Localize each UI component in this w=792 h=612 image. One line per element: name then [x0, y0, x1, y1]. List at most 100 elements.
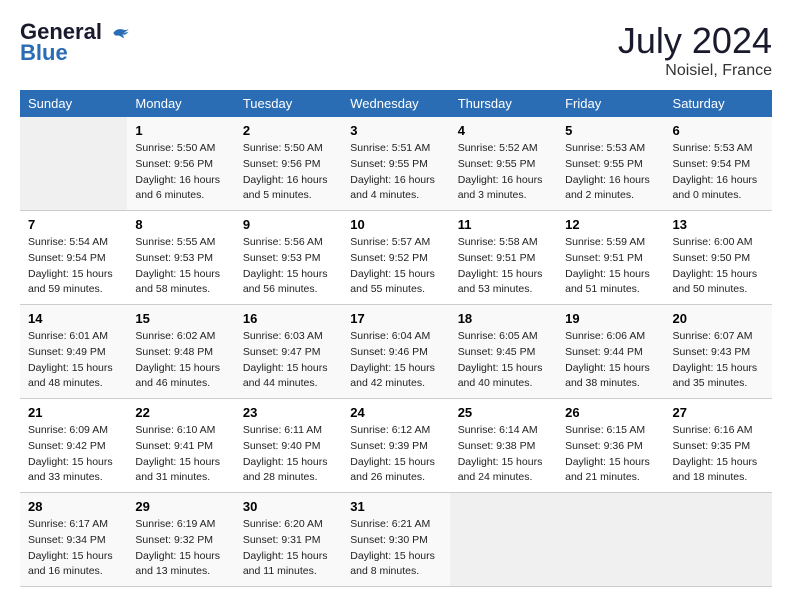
calendar-cell: 14 Sunrise: 6:01 AM Sunset: 9:49 PM Dayli… [20, 305, 127, 399]
calendar-cell: 15Sunrise: 6:02 AM Sunset: 9:48 PM Dayli… [127, 305, 234, 399]
day-info: Sunrise: 6:14 AM Sunset: 9:38 PM Dayligh… [458, 423, 549, 486]
calendar-cell: 12Sunrise: 5:59 AM Sunset: 9:51 PM Dayli… [557, 211, 664, 305]
day-info: Sunrise: 6:05 AM Sunset: 9:45 PM Dayligh… [458, 329, 549, 392]
weekday-header-saturday: Saturday [665, 90, 772, 117]
day-number: 14 [28, 311, 119, 326]
calendar-cell: 27Sunrise: 6:16 AM Sunset: 9:35 PM Dayli… [665, 399, 772, 493]
calendar-cell: 20 Sunrise: 6:07 AM Sunset: 9:43 PM Dayli… [665, 305, 772, 399]
day-number: 17 [350, 311, 441, 326]
day-number: 24 [350, 405, 441, 420]
day-number: 3 [350, 123, 441, 138]
day-number: 22 [135, 405, 226, 420]
day-number: 1 [135, 123, 226, 138]
weekday-header-sunday: Sunday [20, 90, 127, 117]
calendar-cell [557, 493, 664, 587]
day-info: Sunrise: 5:59 AM Sunset: 9:51 PM Dayligh… [565, 235, 656, 298]
day-number: 11 [458, 217, 549, 232]
calendar-cell: 29 Sunrise: 6:19 AM Sunset: 9:32 PM Dayli… [127, 493, 234, 587]
calendar-cell [20, 117, 127, 211]
calendar-cell: 26 Sunrise: 6:15 AM Sunset: 9:36 PM Dayli… [557, 399, 664, 493]
page-header: General Blue July 2024 Noisiel, France [20, 20, 772, 80]
day-info: Sunrise: 6:01 AM Sunset: 9:49 PM Dayligh… [28, 329, 119, 392]
calendar-cell: 18 Sunrise: 6:05 AM Sunset: 9:45 PM Dayli… [450, 305, 557, 399]
logo: General Blue [20, 20, 130, 66]
day-info: Sunrise: 6:04 AM Sunset: 9:46 PM Dayligh… [350, 329, 441, 392]
day-info: Sunrise: 5:56 AM Sunset: 9:53 PM Dayligh… [243, 235, 334, 298]
day-number: 18 [458, 311, 549, 326]
calendar-cell: 23 Sunrise: 6:11 AM Sunset: 9:40 PM Dayli… [235, 399, 342, 493]
calendar-cell: 13Sunrise: 6:00 AM Sunset: 9:50 PM Dayli… [665, 211, 772, 305]
calendar-cell: 8 Sunrise: 5:55 AM Sunset: 9:53 PM Daylig… [127, 211, 234, 305]
calendar-cell: 19 Sunrise: 6:06 AM Sunset: 9:44 PM Dayli… [557, 305, 664, 399]
calendar-cell [665, 493, 772, 587]
day-info: Sunrise: 5:53 AM Sunset: 9:55 PM Dayligh… [565, 141, 656, 204]
day-number: 8 [135, 217, 226, 232]
day-info: Sunrise: 5:53 AM Sunset: 9:54 PM Dayligh… [673, 141, 764, 204]
day-number: 26 [565, 405, 656, 420]
calendar-cell: 10Sunrise: 5:57 AM Sunset: 9:52 PM Dayli… [342, 211, 449, 305]
day-info: Sunrise: 5:52 AM Sunset: 9:55 PM Dayligh… [458, 141, 549, 204]
day-info: Sunrise: 6:03 AM Sunset: 9:47 PM Dayligh… [243, 329, 334, 392]
day-info: Sunrise: 5:58 AM Sunset: 9:51 PM Dayligh… [458, 235, 549, 298]
calendar-cell: 25 Sunrise: 6:14 AM Sunset: 9:38 PM Dayli… [450, 399, 557, 493]
day-number: 30 [243, 499, 334, 514]
day-number: 31 [350, 499, 441, 514]
day-info: Sunrise: 6:06 AM Sunset: 9:44 PM Dayligh… [565, 329, 656, 392]
title-block: July 2024 Noisiel, France [618, 20, 772, 80]
day-info: Sunrise: 5:55 AM Sunset: 9:53 PM Dayligh… [135, 235, 226, 298]
day-number: 28 [28, 499, 119, 514]
calendar-cell: 6Sunrise: 5:53 AM Sunset: 9:54 PM Daylig… [665, 117, 772, 211]
calendar-cell: 9 Sunrise: 5:56 AM Sunset: 9:53 PM Daylig… [235, 211, 342, 305]
calendar-week-row: 7 Sunrise: 5:54 AM Sunset: 9:54 PM Daylig… [20, 211, 772, 305]
day-number: 27 [673, 405, 764, 420]
day-number: 19 [565, 311, 656, 326]
calendar-cell: 24 Sunrise: 6:12 AM Sunset: 9:39 PM Dayli… [342, 399, 449, 493]
calendar-cell: 3Sunrise: 5:51 AM Sunset: 9:55 PM Daylig… [342, 117, 449, 211]
day-info: Sunrise: 6:10 AM Sunset: 9:41 PM Dayligh… [135, 423, 226, 486]
day-number: 29 [135, 499, 226, 514]
day-info: Sunrise: 5:54 AM Sunset: 9:54 PM Dayligh… [28, 235, 119, 298]
calendar-cell: 5 Sunrise: 5:53 AM Sunset: 9:55 PM Daylig… [557, 117, 664, 211]
day-info: Sunrise: 5:50 AM Sunset: 9:56 PM Dayligh… [135, 141, 226, 204]
calendar-cell: 11 Sunrise: 5:58 AM Sunset: 9:51 PM Dayli… [450, 211, 557, 305]
day-info: Sunrise: 6:20 AM Sunset: 9:31 PM Dayligh… [243, 517, 334, 580]
logo-bird-icon [110, 23, 130, 43]
day-number: 20 [673, 311, 764, 326]
day-info: Sunrise: 6:07 AM Sunset: 9:43 PM Dayligh… [673, 329, 764, 392]
day-number: 15 [135, 311, 226, 326]
calendar-table: SundayMondayTuesdayWednesdayThursdayFrid… [20, 90, 772, 587]
weekday-header-wednesday: Wednesday [342, 90, 449, 117]
day-number: 16 [243, 311, 334, 326]
day-number: 7 [28, 217, 119, 232]
calendar-week-row: 28 Sunrise: 6:17 AM Sunset: 9:34 PM Dayli… [20, 493, 772, 587]
day-number: 23 [243, 405, 334, 420]
calendar-cell: 17 Sunrise: 6:04 AM Sunset: 9:46 PM Dayli… [342, 305, 449, 399]
day-number: 4 [458, 123, 549, 138]
day-number: 9 [243, 217, 334, 232]
calendar-week-row: 14 Sunrise: 6:01 AM Sunset: 9:49 PM Dayli… [20, 305, 772, 399]
calendar-cell: 1 Sunrise: 5:50 AM Sunset: 9:56 PM Daylig… [127, 117, 234, 211]
calendar-cell: 30 Sunrise: 6:20 AM Sunset: 9:31 PM Dayli… [235, 493, 342, 587]
calendar-cell: 22 Sunrise: 6:10 AM Sunset: 9:41 PM Dayli… [127, 399, 234, 493]
calendar-cell: 28 Sunrise: 6:17 AM Sunset: 9:34 PM Dayli… [20, 493, 127, 587]
day-number: 10 [350, 217, 441, 232]
day-info: Sunrise: 6:00 AM Sunset: 9:50 PM Dayligh… [673, 235, 764, 298]
weekday-header-row: SundayMondayTuesdayWednesdayThursdayFrid… [20, 90, 772, 117]
day-info: Sunrise: 6:15 AM Sunset: 9:36 PM Dayligh… [565, 423, 656, 486]
calendar-cell: 21Sunrise: 6:09 AM Sunset: 9:42 PM Dayli… [20, 399, 127, 493]
day-info: Sunrise: 6:12 AM Sunset: 9:39 PM Dayligh… [350, 423, 441, 486]
day-number: 25 [458, 405, 549, 420]
calendar-cell: 7 Sunrise: 5:54 AM Sunset: 9:54 PM Daylig… [20, 211, 127, 305]
day-number: 2 [243, 123, 334, 138]
day-info: Sunrise: 6:17 AM Sunset: 9:34 PM Dayligh… [28, 517, 119, 580]
day-info: Sunrise: 5:50 AM Sunset: 9:56 PM Dayligh… [243, 141, 334, 204]
day-info: Sunrise: 6:11 AM Sunset: 9:40 PM Dayligh… [243, 423, 334, 486]
weekday-header-monday: Monday [127, 90, 234, 117]
day-info: Sunrise: 6:19 AM Sunset: 9:32 PM Dayligh… [135, 517, 226, 580]
day-info: Sunrise: 6:09 AM Sunset: 9:42 PM Dayligh… [28, 423, 119, 486]
month-title: July 2024 [618, 20, 772, 62]
day-number: 5 [565, 123, 656, 138]
calendar-cell: 2 Sunrise: 5:50 AM Sunset: 9:56 PM Daylig… [235, 117, 342, 211]
weekday-header-tuesday: Tuesday [235, 90, 342, 117]
calendar-cell: 31Sunrise: 6:21 AM Sunset: 9:30 PM Dayli… [342, 493, 449, 587]
